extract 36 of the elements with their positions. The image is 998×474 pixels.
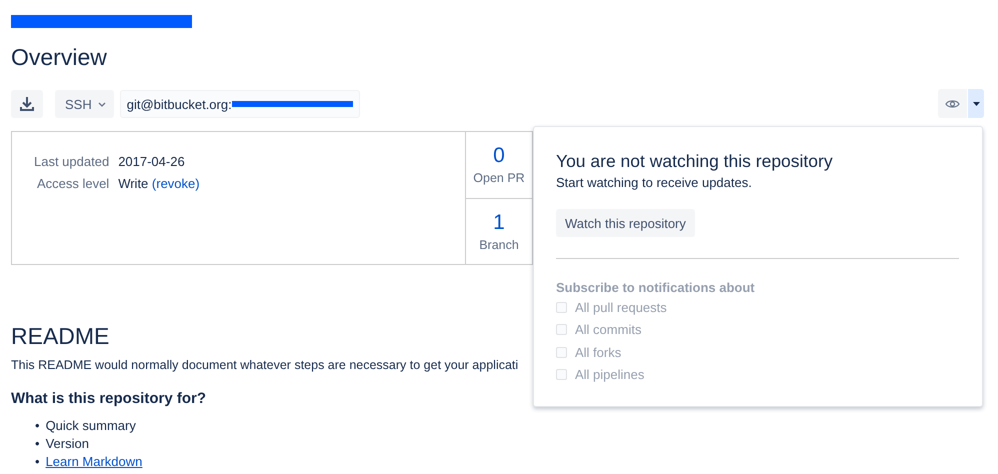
watch-button[interactable]	[938, 89, 967, 118]
option-label: All pull requests	[575, 300, 667, 315]
stat-count[interactable]: 0	[493, 144, 505, 168]
subscribe-heading: Subscribe to notifications about	[556, 280, 755, 295]
list-item: Quick summary	[46, 417, 136, 435]
protocol-dropdown[interactable]: SSH	[55, 90, 114, 118]
option-label: All commits	[575, 322, 642, 338]
watch-repository-button[interactable]: Watch this repository	[556, 209, 695, 237]
readme-paragraph: This README would normally document whatever steps are necessary to get your applicati	[11, 358, 518, 372]
section-heading: What is this repository for?	[11, 390, 206, 407]
watch-dropdown-button[interactable]	[968, 89, 984, 118]
bullet-marker: •	[35, 417, 40, 435]
stat-label: Open PR	[473, 171, 525, 185]
stat-label: Branch	[479, 238, 519, 252]
page-title: Overview	[11, 43, 107, 72]
caret-icon	[972, 102, 980, 106]
field-value: 2017-04-26	[118, 154, 185, 169]
field-label: Last updated	[34, 154, 110, 171]
list-item: Version	[46, 435, 89, 453]
revoke-link[interactable]: (revoke)	[152, 176, 200, 191]
bullet-marker: •	[35, 435, 40, 453]
chevron-icon	[98, 102, 106, 106]
clone-url-field[interactable]: git@bitbucket.org:	[120, 90, 360, 118]
bullet-marker: •	[35, 453, 40, 471]
eye-icon	[945, 98, 960, 108]
download-icon	[19, 96, 35, 112]
readme-heading: README	[11, 322, 110, 350]
field-value: Write	[118, 176, 148, 191]
field-label: Access level	[36, 176, 110, 193]
popover-title: You are not watching this repository	[556, 151, 833, 172]
stat-count[interactable]: 1	[493, 210, 505, 234]
markdown-link[interactable]: Learn Markdown	[46, 453, 142, 471]
download-button[interactable]	[11, 90, 43, 118]
option-label: All pipelines	[575, 367, 644, 382]
popover-subtitle: Start watching to receive updates.	[556, 175, 752, 190]
option-label: All forks	[575, 344, 622, 360]
